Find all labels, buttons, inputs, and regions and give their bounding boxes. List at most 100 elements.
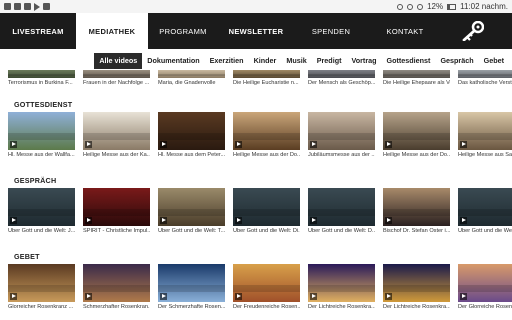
video-thumbnail[interactable] [383,70,450,78]
video-thumbnail[interactable] [8,264,75,302]
video-thumbnail[interactable] [83,264,150,302]
video-thumbnail[interactable] [83,70,150,78]
video-thumbnail[interactable] [158,70,225,78]
video-caption: Heilige Messe aus der Do... [233,152,300,158]
video-top-card[interactable]: Das katholische Verstä... [458,70,512,86]
video-gespraech-card[interactable]: Bischof Dr. Stefan Oster i... [383,188,450,234]
filter-exerzitien[interactable]: Exerzitien [205,53,249,69]
video-thumbnail[interactable] [83,188,150,226]
filter-alle-videos[interactable]: Alle videos [94,52,143,69]
video-row-gottesdienst: Hl. Messe aus der Wallfa... Heilige Messe… [8,112,512,158]
video-top-card[interactable]: Die Heilige Eucharistie n... [233,70,300,86]
video-gottesdienst-card[interactable]: Heilige Messe aus der Do... [383,112,450,158]
video-thumbnail[interactable] [383,264,450,302]
video-gebet-card[interactable]: Der Lichtreiche Rosenkra... [383,264,450,310]
video-gottesdienst-card[interactable]: Heilige Messe aus der Do... [233,112,300,158]
video-caption: Maria, die Gnadenvolle [158,80,216,86]
video-thumbnail[interactable] [458,188,512,226]
filter-musik[interactable]: Musik [281,53,311,69]
video-gottesdienst-card[interactable]: Jubiläumsmesse aus der ... [308,112,375,158]
video-thumbnail[interactable] [158,188,225,226]
video-thumbnail[interactable] [458,70,512,78]
video-thumbnail[interactable] [383,188,450,226]
video-caption: Über Gott und die Welt: T... [158,228,225,234]
battery-icon [447,3,457,10]
alarm-icon [397,3,404,10]
video-gebet-card[interactable]: Der Glorreiche Rosenkr... [458,264,512,310]
video-thumbnail[interactable] [233,112,300,150]
video-thumbnail[interactable] [8,188,75,226]
nav-spenden[interactable]: SPENDEN [294,13,368,49]
play-icon [310,141,317,148]
video-thumbnail[interactable] [83,112,150,150]
video-caption: Jubiläumsmesse aus der ... [308,152,375,158]
video-thumbnail[interactable] [308,112,375,150]
video-thumbnail[interactable] [233,70,300,78]
filter-kinder[interactable]: Kinder [249,53,282,69]
video-top-card[interactable]: Der Mensch als Geschöp... [308,70,375,86]
video-gespraech-card[interactable]: Über Gott und die Welt: ... [458,188,512,234]
nav-livestream[interactable]: LIVESTREAM [0,13,76,49]
video-row-gebet: Glorreicher Rosenkranz ... Schmerzhafter … [8,264,512,310]
filter-gebet[interactable]: Gebet [479,53,509,69]
video-thumbnail[interactable] [158,112,225,150]
video-top-card[interactable]: Frauen in der Nachfolge ... [83,70,150,86]
play-icon [385,217,392,224]
video-thumbnail[interactable] [458,112,512,150]
video-gespraech-card[interactable]: Über Gott und die Welt: T... [158,188,225,234]
nav-kontakt[interactable]: KONTAKT [368,13,442,49]
play-icon [85,293,92,300]
filter-dokumentation[interactable]: Dokumentation [142,53,204,69]
video-thumbnail[interactable] [308,264,375,302]
video-gebet-card[interactable]: Schmerzhafter Rosenkran... [83,264,150,310]
video-gebet-card[interactable]: Der Freudenreiche Rosen... [233,264,300,310]
filter-predigt[interactable]: Predigt [312,53,347,69]
video-thumbnail[interactable] [383,112,450,150]
video-caption: Die Heilige Ehepaare als Vorb... [383,80,450,86]
play-icon [460,217,467,224]
play-icon [460,293,467,300]
video-thumbnail[interactable] [8,112,75,150]
video-gespraech-card[interactable]: Über Gott und die Welt: Di... [233,188,300,234]
video-gespraech-card[interactable]: SPIRIT - Christliche Impul... [83,188,150,234]
video-thumbnail[interactable] [233,264,300,302]
nav-programm[interactable]: PROGRAMM [148,13,218,49]
video-caption: Glorreicher Rosenkranz ... [8,304,74,310]
video-gespraech-card[interactable]: Über Gott und die Welt: D... [308,188,375,234]
video-caption: Der Lichtreiche Rosenkra... [308,304,375,310]
filter-vortrag[interactable]: Vortrag [346,53,381,69]
video-thumbnail[interactable] [308,70,375,78]
video-gebet-card[interactable]: Der Schmerzhafte Rosen... [158,264,225,310]
video-gottesdienst-card[interactable]: Heilige Messe aus Santa... [458,112,512,158]
video-caption: Heilige Messe aus der Ka... [83,152,150,158]
status-bar: 12% 11:02 nachm. [0,0,512,13]
section-title-gebet: GEBET [14,252,40,261]
filter-gottesdienst[interactable]: Gottesdienst [382,53,436,69]
play-icon [10,293,17,300]
video-gottesdienst-card[interactable]: Hl. Messe aus dem Peter... [158,112,225,158]
video-gebet-card[interactable]: Glorreicher Rosenkranz ... [8,264,75,310]
nav-mediathek[interactable]: MEDIATHEK [76,13,148,49]
section-title-gottesdienst: GOTTESDIENST [14,100,73,109]
main-navigation: LIVESTREAM MEDIATHEK PROGRAMM NEWSLETTER… [0,13,512,49]
video-gespraech-card[interactable]: Über Gott und die Welt: J... [8,188,75,234]
video-gebet-card[interactable]: Der Lichtreiche Rosenkra... [308,264,375,310]
video-row-top: Terrorismus in Burkina F... Frauen in der… [8,70,512,86]
download-icon [43,3,50,10]
play-store-icon [34,2,40,11]
filter-gespraech[interactable]: Gespräch [435,53,478,69]
video-gottesdienst-card[interactable]: Hl. Messe aus der Wallfa... [8,112,75,158]
video-top-card[interactable]: Die Heilige Ehepaare als Vorb... [383,70,450,86]
video-top-card[interactable]: Terrorismus in Burkina F... [8,70,75,86]
video-thumbnail[interactable] [8,70,75,78]
login-key-icon[interactable] [462,21,484,41]
video-caption: Hl. Messe aus dem Peter... [158,152,225,158]
nav-newsletter[interactable]: NEWSLETTER [218,13,294,49]
video-thumbnail[interactable] [158,264,225,302]
video-thumbnail[interactable] [308,188,375,226]
video-thumbnail[interactable] [233,188,300,226]
video-top-card[interactable]: Maria, die Gnadenvolle [158,70,225,86]
play-icon [160,141,167,148]
video-thumbnail[interactable] [458,264,512,302]
video-gottesdienst-card[interactable]: Heilige Messe aus der Ka... [83,112,150,158]
